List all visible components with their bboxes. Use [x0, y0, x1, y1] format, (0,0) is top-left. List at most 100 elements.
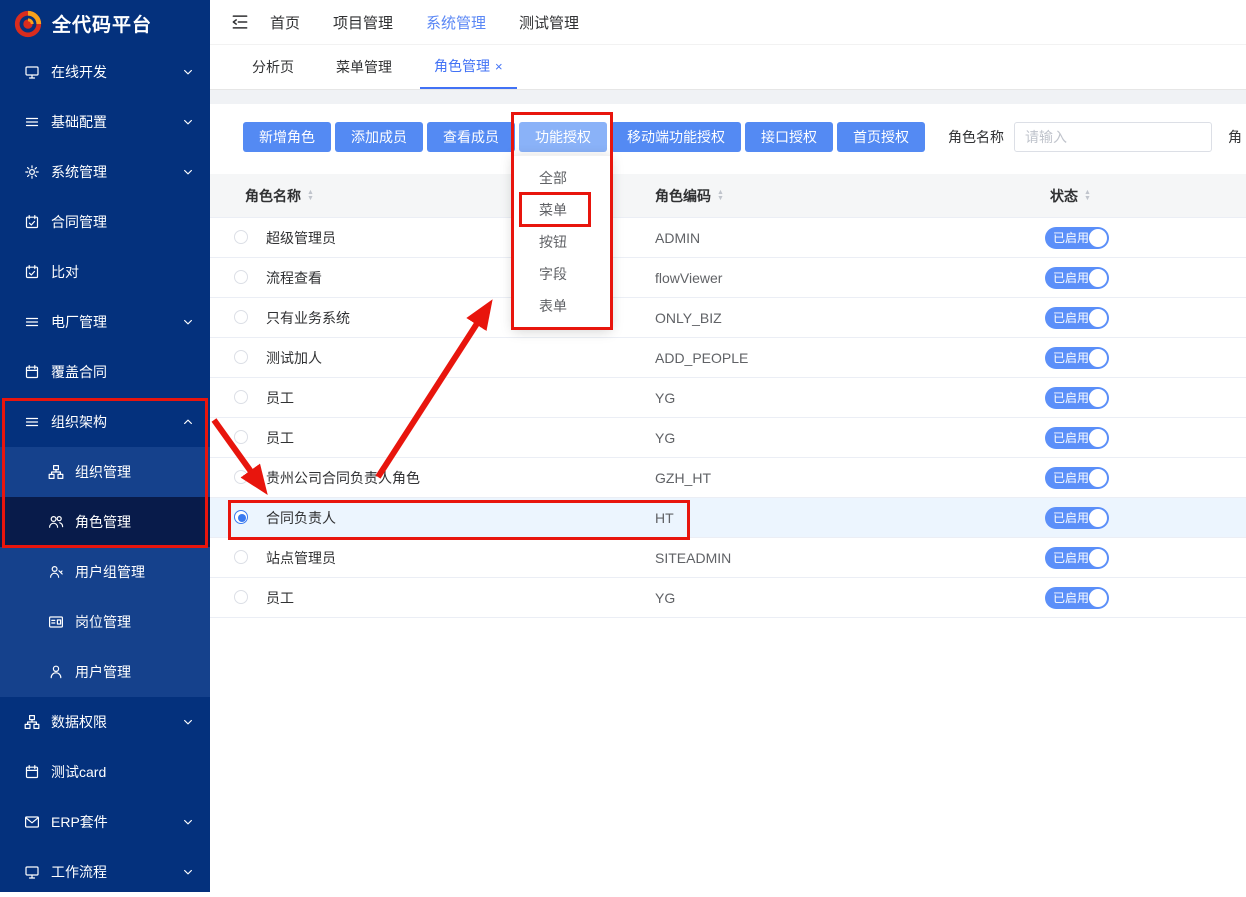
role-name-cell: 员工 [266, 578, 294, 618]
row-radio[interactable] [234, 550, 248, 564]
row-radio[interactable] [234, 510, 248, 524]
table-row[interactable]: 贵州公司合同负责人角色GZH_HT已启用 [210, 458, 1246, 498]
column-header[interactable]: 角色编码▲▼ [655, 174, 724, 218]
table-row[interactable]: 员工YG已启用 [210, 578, 1246, 618]
tab[interactable]: 菜单管理 [322, 45, 406, 89]
status-toggle-label: 已启用 [1053, 427, 1089, 449]
dropdown-item[interactable]: 字段 [514, 258, 610, 290]
sidebar-item[interactable]: 基础配置 [0, 97, 210, 147]
chevron-down-icon [182, 166, 194, 178]
chevron-down-icon [182, 866, 194, 878]
role-code-cell: ADD_PEOPLE [655, 338, 748, 378]
role-name-cell: 员工 [266, 378, 294, 418]
status-toggle[interactable]: 已启用 [1045, 427, 1109, 449]
table-row[interactable]: 流程查看flowViewer已启用 [210, 258, 1246, 298]
sidebar-item-label: ERP套件 [51, 812, 108, 832]
dropdown-item[interactable]: 按钮 [514, 226, 610, 258]
sidebar-item-label: 覆盖合同 [51, 362, 107, 382]
sidebar-item[interactable]: 角色管理 [0, 497, 210, 547]
sidebar-item[interactable]: 在线开发 [0, 47, 210, 97]
sidebar-item[interactable]: 数据权限 [0, 697, 210, 747]
status-toggle-label: 已启用 [1053, 227, 1089, 249]
sidebar-item[interactable]: 覆盖合同 [0, 347, 210, 397]
tab-close-icon[interactable]: × [495, 59, 503, 74]
sidebar-item[interactable]: ERP套件 [0, 797, 210, 847]
sidebar-item[interactable]: 合同管理 [0, 197, 210, 247]
row-radio[interactable] [234, 590, 248, 604]
tab[interactable]: 分析页 [238, 45, 308, 89]
sidebar-item-label: 基础配置 [51, 112, 107, 132]
row-radio[interactable] [234, 390, 248, 404]
chevron-down-icon [182, 116, 194, 128]
status-toggle[interactable]: 已启用 [1045, 267, 1109, 289]
status-toggle[interactable]: 已启用 [1045, 227, 1109, 249]
table-row[interactable]: 合同负责人HT已启用 [210, 498, 1246, 538]
topnav-item[interactable]: 首页 [270, 15, 300, 32]
sidebar-item[interactable]: 比对 [0, 247, 210, 297]
homepage-authorize-button[interactable]: 首页授权 [837, 122, 925, 152]
toggle-knob [1089, 349, 1107, 367]
sidebar-item[interactable]: 组织架构 [0, 397, 210, 447]
table-row[interactable]: 只有业务系统ONLY_BIZ已启用 [210, 298, 1246, 338]
row-radio[interactable] [234, 310, 248, 324]
user-icon [48, 664, 64, 680]
table-row[interactable]: 员工YG已启用 [210, 418, 1246, 458]
dropdown-item[interactable]: 表单 [514, 290, 610, 322]
table-row[interactable]: 员工 YG 已启用 [210, 378, 1246, 418]
sidebar-item-label: 在线开发 [51, 62, 107, 82]
add-role-button[interactable]: 新增角色 [243, 122, 331, 152]
sidebar-item[interactable]: 岗位管理 [0, 597, 210, 647]
status-toggle[interactable]: 已启用 [1045, 507, 1109, 529]
row-radio[interactable] [234, 270, 248, 284]
sidebar-item[interactable]: 系统管理 [0, 147, 210, 197]
status-toggle[interactable]: 已启用 [1045, 347, 1109, 369]
status-toggle[interactable]: 已启用 [1045, 547, 1109, 569]
toggle-knob [1089, 509, 1107, 527]
dropdown-item[interactable]: 菜单 [514, 194, 610, 226]
row-radio[interactable] [234, 470, 248, 484]
menu-fold-icon[interactable] [230, 12, 250, 32]
tabbar: 分析页菜单管理角色管理× [210, 45, 1246, 90]
row-radio[interactable] [234, 350, 248, 364]
sidebar-item[interactable]: 电厂管理 [0, 297, 210, 347]
sidebar-item[interactable]: 组织管理 [0, 447, 210, 497]
sidebar-item[interactable]: 用户组管理 [0, 547, 210, 597]
status-toggle-label: 已启用 [1053, 267, 1089, 289]
column-header[interactable]: 角色名称▲▼ [245, 174, 314, 218]
topnav-item[interactable]: 项目管理 [333, 15, 393, 32]
role-code-cell: YG [655, 378, 675, 418]
add-member-button[interactable]: 添加成员 [335, 122, 423, 152]
dropdown-item[interactable]: 全部 [514, 162, 610, 194]
status-toggle[interactable]: 已启用 [1045, 387, 1109, 409]
sidebar-item-label: 组织管理 [75, 462, 131, 482]
row-radio[interactable] [234, 230, 248, 244]
role-name-filter: 角色名称 角 [948, 122, 1242, 152]
toggle-knob [1089, 549, 1107, 567]
table-row[interactable]: 测试加人ADD_PEOPLE已启用 [210, 338, 1246, 378]
sidebar-item[interactable]: 工作流程 [0, 847, 210, 897]
table-row[interactable]: 超级管理员ADMIN已启用 [210, 218, 1246, 258]
row-radio[interactable] [234, 430, 248, 444]
role-name-input[interactable] [1014, 122, 1212, 152]
status-toggle[interactable]: 已启用 [1045, 587, 1109, 609]
status-toggle[interactable]: 已启用 [1045, 467, 1109, 489]
status-toggle-label: 已启用 [1053, 387, 1089, 409]
topnav-item[interactable]: 系统管理 [426, 15, 486, 32]
topnav-item[interactable]: 测试管理 [519, 15, 579, 32]
sidebar-item[interactable]: 测试card [0, 747, 210, 797]
table-row[interactable]: 站点管理员SITEADMIN已启用 [210, 538, 1246, 578]
view-members-button[interactable]: 查看成员 [427, 122, 515, 152]
sort-carets-icon[interactable]: ▲▼ [717, 190, 724, 202]
function-authorize-button[interactable]: 功能授权 [519, 122, 607, 152]
api-authorize-button[interactable]: 接口授权 [745, 122, 833, 152]
mobile-function-authorize-button[interactable]: 移动端功能授权 [611, 122, 741, 152]
tab[interactable]: 角色管理× [420, 45, 517, 89]
column-header-label: 状态 [1050, 186, 1078, 206]
sidebar-item[interactable]: 用户管理 [0, 647, 210, 697]
sort-carets-icon[interactable]: ▲▼ [1084, 190, 1091, 202]
column-header[interactable]: 状态 ▲▼ [1050, 174, 1091, 218]
app-logo-icon [13, 9, 43, 39]
sort-carets-icon[interactable]: ▲▼ [307, 190, 314, 202]
status-toggle[interactable]: 已启用 [1045, 307, 1109, 329]
org-tree-icon [48, 464, 64, 480]
